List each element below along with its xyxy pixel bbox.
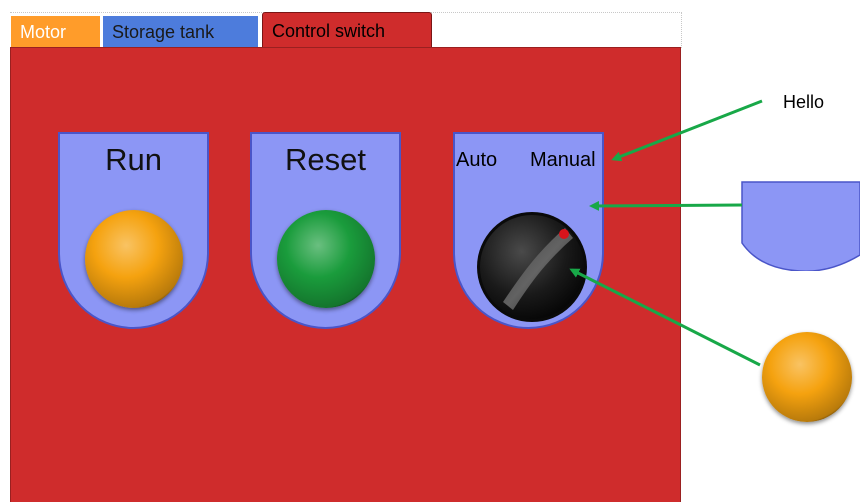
tab-storage-tank[interactable]: Storage tank	[103, 16, 258, 48]
run-label: Run	[105, 142, 162, 177]
reset-button[interactable]	[277, 210, 375, 308]
manual-label: Manual	[530, 149, 596, 171]
reset-control-plate: Reset	[249, 131, 402, 330]
mode-selector-knob[interactable]	[475, 210, 589, 324]
run-control-plate: Run	[57, 131, 210, 330]
auto-label: Auto	[456, 149, 498, 171]
reset-label: Reset	[285, 142, 366, 177]
hello-annotation: Hello	[783, 92, 825, 112]
tab-control-switch[interactable]: Control switch	[262, 12, 432, 50]
tab-motor[interactable]: Motor	[11, 16, 100, 48]
orange-button-preview[interactable]	[762, 332, 852, 422]
plate-shape-preview[interactable]	[740, 181, 860, 272]
mode-selector-plate: Auto Manual	[452, 131, 605, 330]
run-button[interactable]	[85, 210, 183, 308]
rotary-knob-icon	[477, 212, 587, 322]
hmi-canvas: Motor Storage tank Control switch Run Re…	[0, 0, 860, 502]
